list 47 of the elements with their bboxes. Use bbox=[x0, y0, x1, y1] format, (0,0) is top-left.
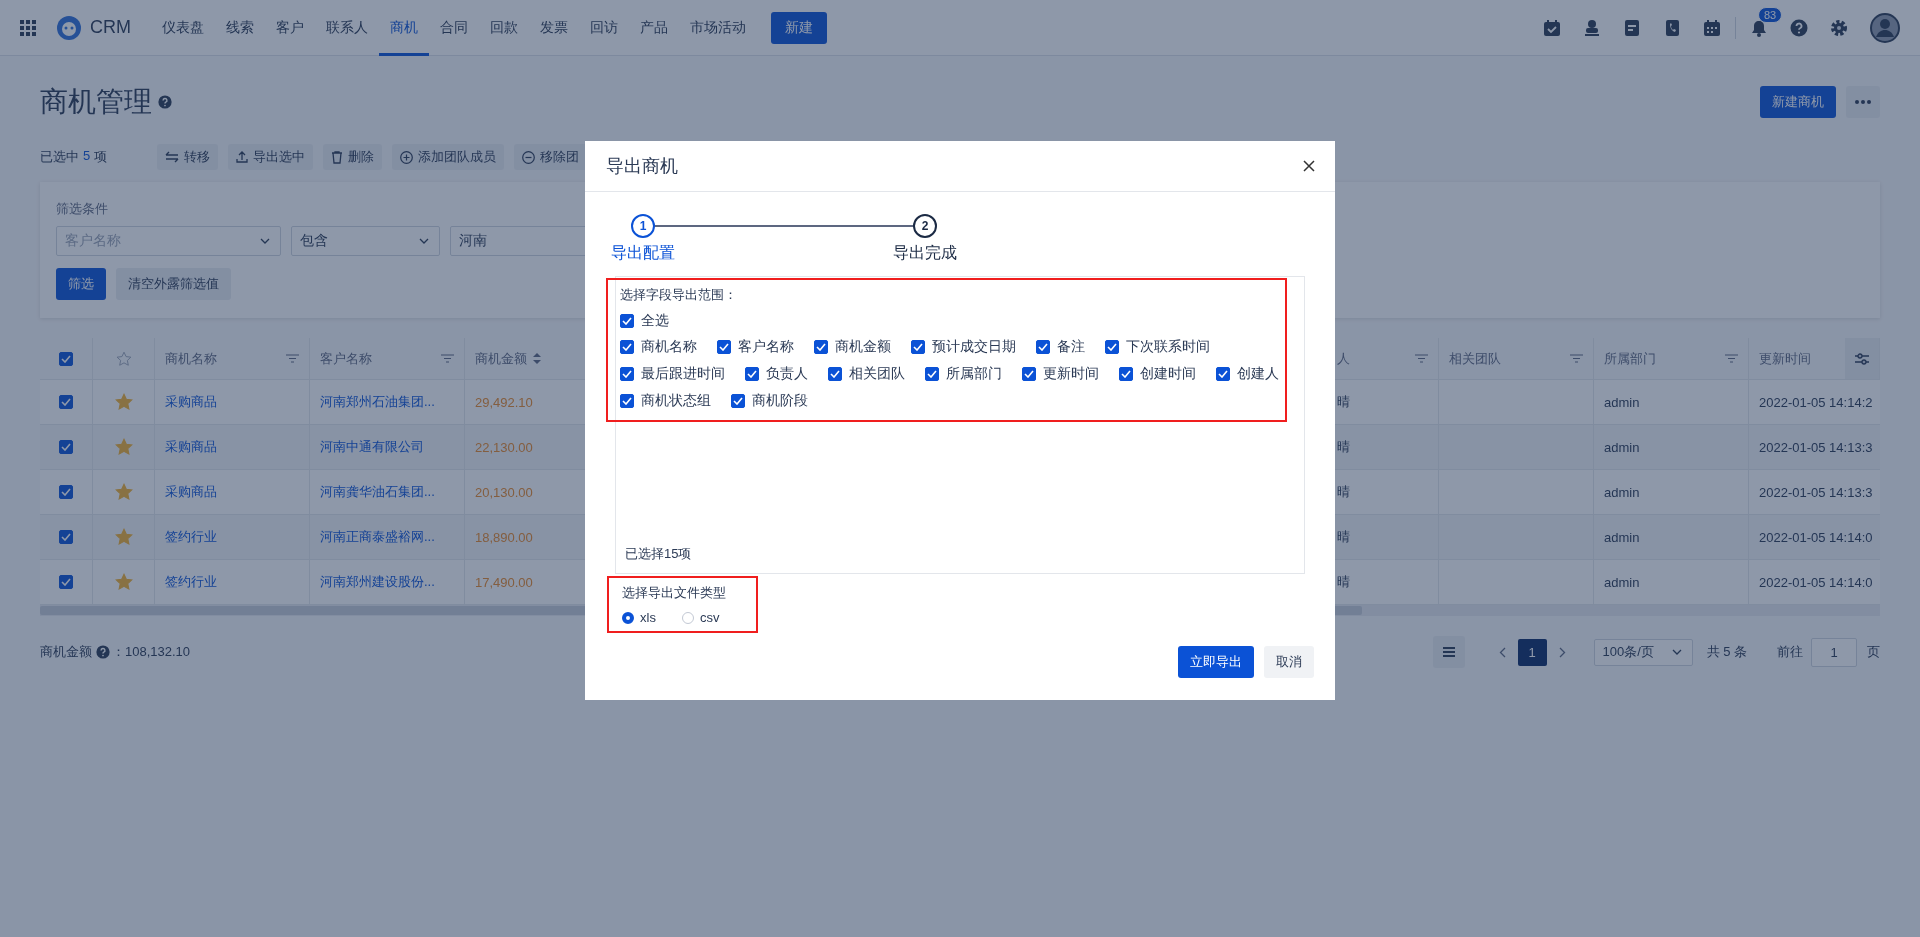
column-header: 更新时间 bbox=[1759, 349, 1811, 368]
column-header: 商机名称 bbox=[165, 349, 217, 368]
step-label: 导出完成 bbox=[893, 243, 957, 263]
column-header: 所属部门 bbox=[1604, 349, 1656, 368]
selected-count: 已选择15项 bbox=[624, 545, 693, 563]
selection-count: 5 bbox=[83, 148, 91, 165]
page-unit: 页 bbox=[1867, 643, 1880, 661]
page-title: 商机管理 bbox=[40, 85, 152, 119]
step-label: 导出配置 bbox=[611, 243, 675, 263]
selection-unit: 项 bbox=[94, 148, 108, 166]
amount-cell: 29,492.10 bbox=[475, 394, 533, 410]
table-cell: 晴 bbox=[1337, 393, 1350, 411]
table-cell: 2022-01-05 14:14:2 bbox=[1759, 394, 1873, 410]
table-cell: admin bbox=[1604, 484, 1640, 500]
column-header: 人 bbox=[1337, 349, 1350, 368]
summary-value: ：108,132.10 bbox=[112, 643, 191, 661]
table-cell: admin bbox=[1604, 574, 1640, 590]
goto-label: 前往 bbox=[1777, 643, 1803, 661]
amount-cell: 18,890.00 bbox=[475, 529, 533, 545]
total-count: 共 5 条 bbox=[1706, 643, 1747, 661]
table-cell: 2022-01-05 14:13:3 bbox=[1759, 439, 1873, 455]
notification-badge: 83 bbox=[1758, 6, 1783, 23]
selection-label: 已选中 bbox=[40, 148, 79, 166]
fields-label: 选择字段导出范围： bbox=[620, 286, 738, 304]
step-number: 2 bbox=[913, 214, 937, 238]
amount-cell: 17,490.00 bbox=[475, 574, 533, 590]
table-cell: admin bbox=[1604, 439, 1640, 455]
column-header: 商机金额 bbox=[475, 349, 527, 368]
table-cell: 晴 bbox=[1337, 528, 1350, 546]
amount-cell: 22,130.00 bbox=[475, 439, 533, 455]
column-header: 相关团队 bbox=[1449, 349, 1501, 368]
filter-label: 筛选条件 bbox=[56, 200, 109, 218]
brand-name: CRM bbox=[90, 17, 131, 38]
column-header: 客户名称 bbox=[320, 349, 372, 368]
table-cell: 2022-01-05 14:14:0 bbox=[1759, 574, 1873, 590]
table-cell: admin bbox=[1604, 529, 1640, 545]
dialog-title: 导出商机 bbox=[606, 155, 678, 178]
table-cell: 晴 bbox=[1337, 573, 1350, 591]
table-cell: 晴 bbox=[1337, 438, 1350, 456]
step-number: 1 bbox=[631, 214, 655, 238]
table-cell: admin bbox=[1604, 394, 1640, 410]
file-type-label: 选择导出文件类型 bbox=[622, 584, 726, 602]
table-cell: 晴 bbox=[1337, 483, 1350, 501]
summary-label: 商机金额 bbox=[40, 643, 92, 661]
table-cell: 2022-01-05 14:13:3 bbox=[1759, 484, 1873, 500]
amount-cell: 20,130.00 bbox=[475, 484, 533, 500]
table-cell: 2022-01-05 14:14:0 bbox=[1759, 529, 1873, 545]
